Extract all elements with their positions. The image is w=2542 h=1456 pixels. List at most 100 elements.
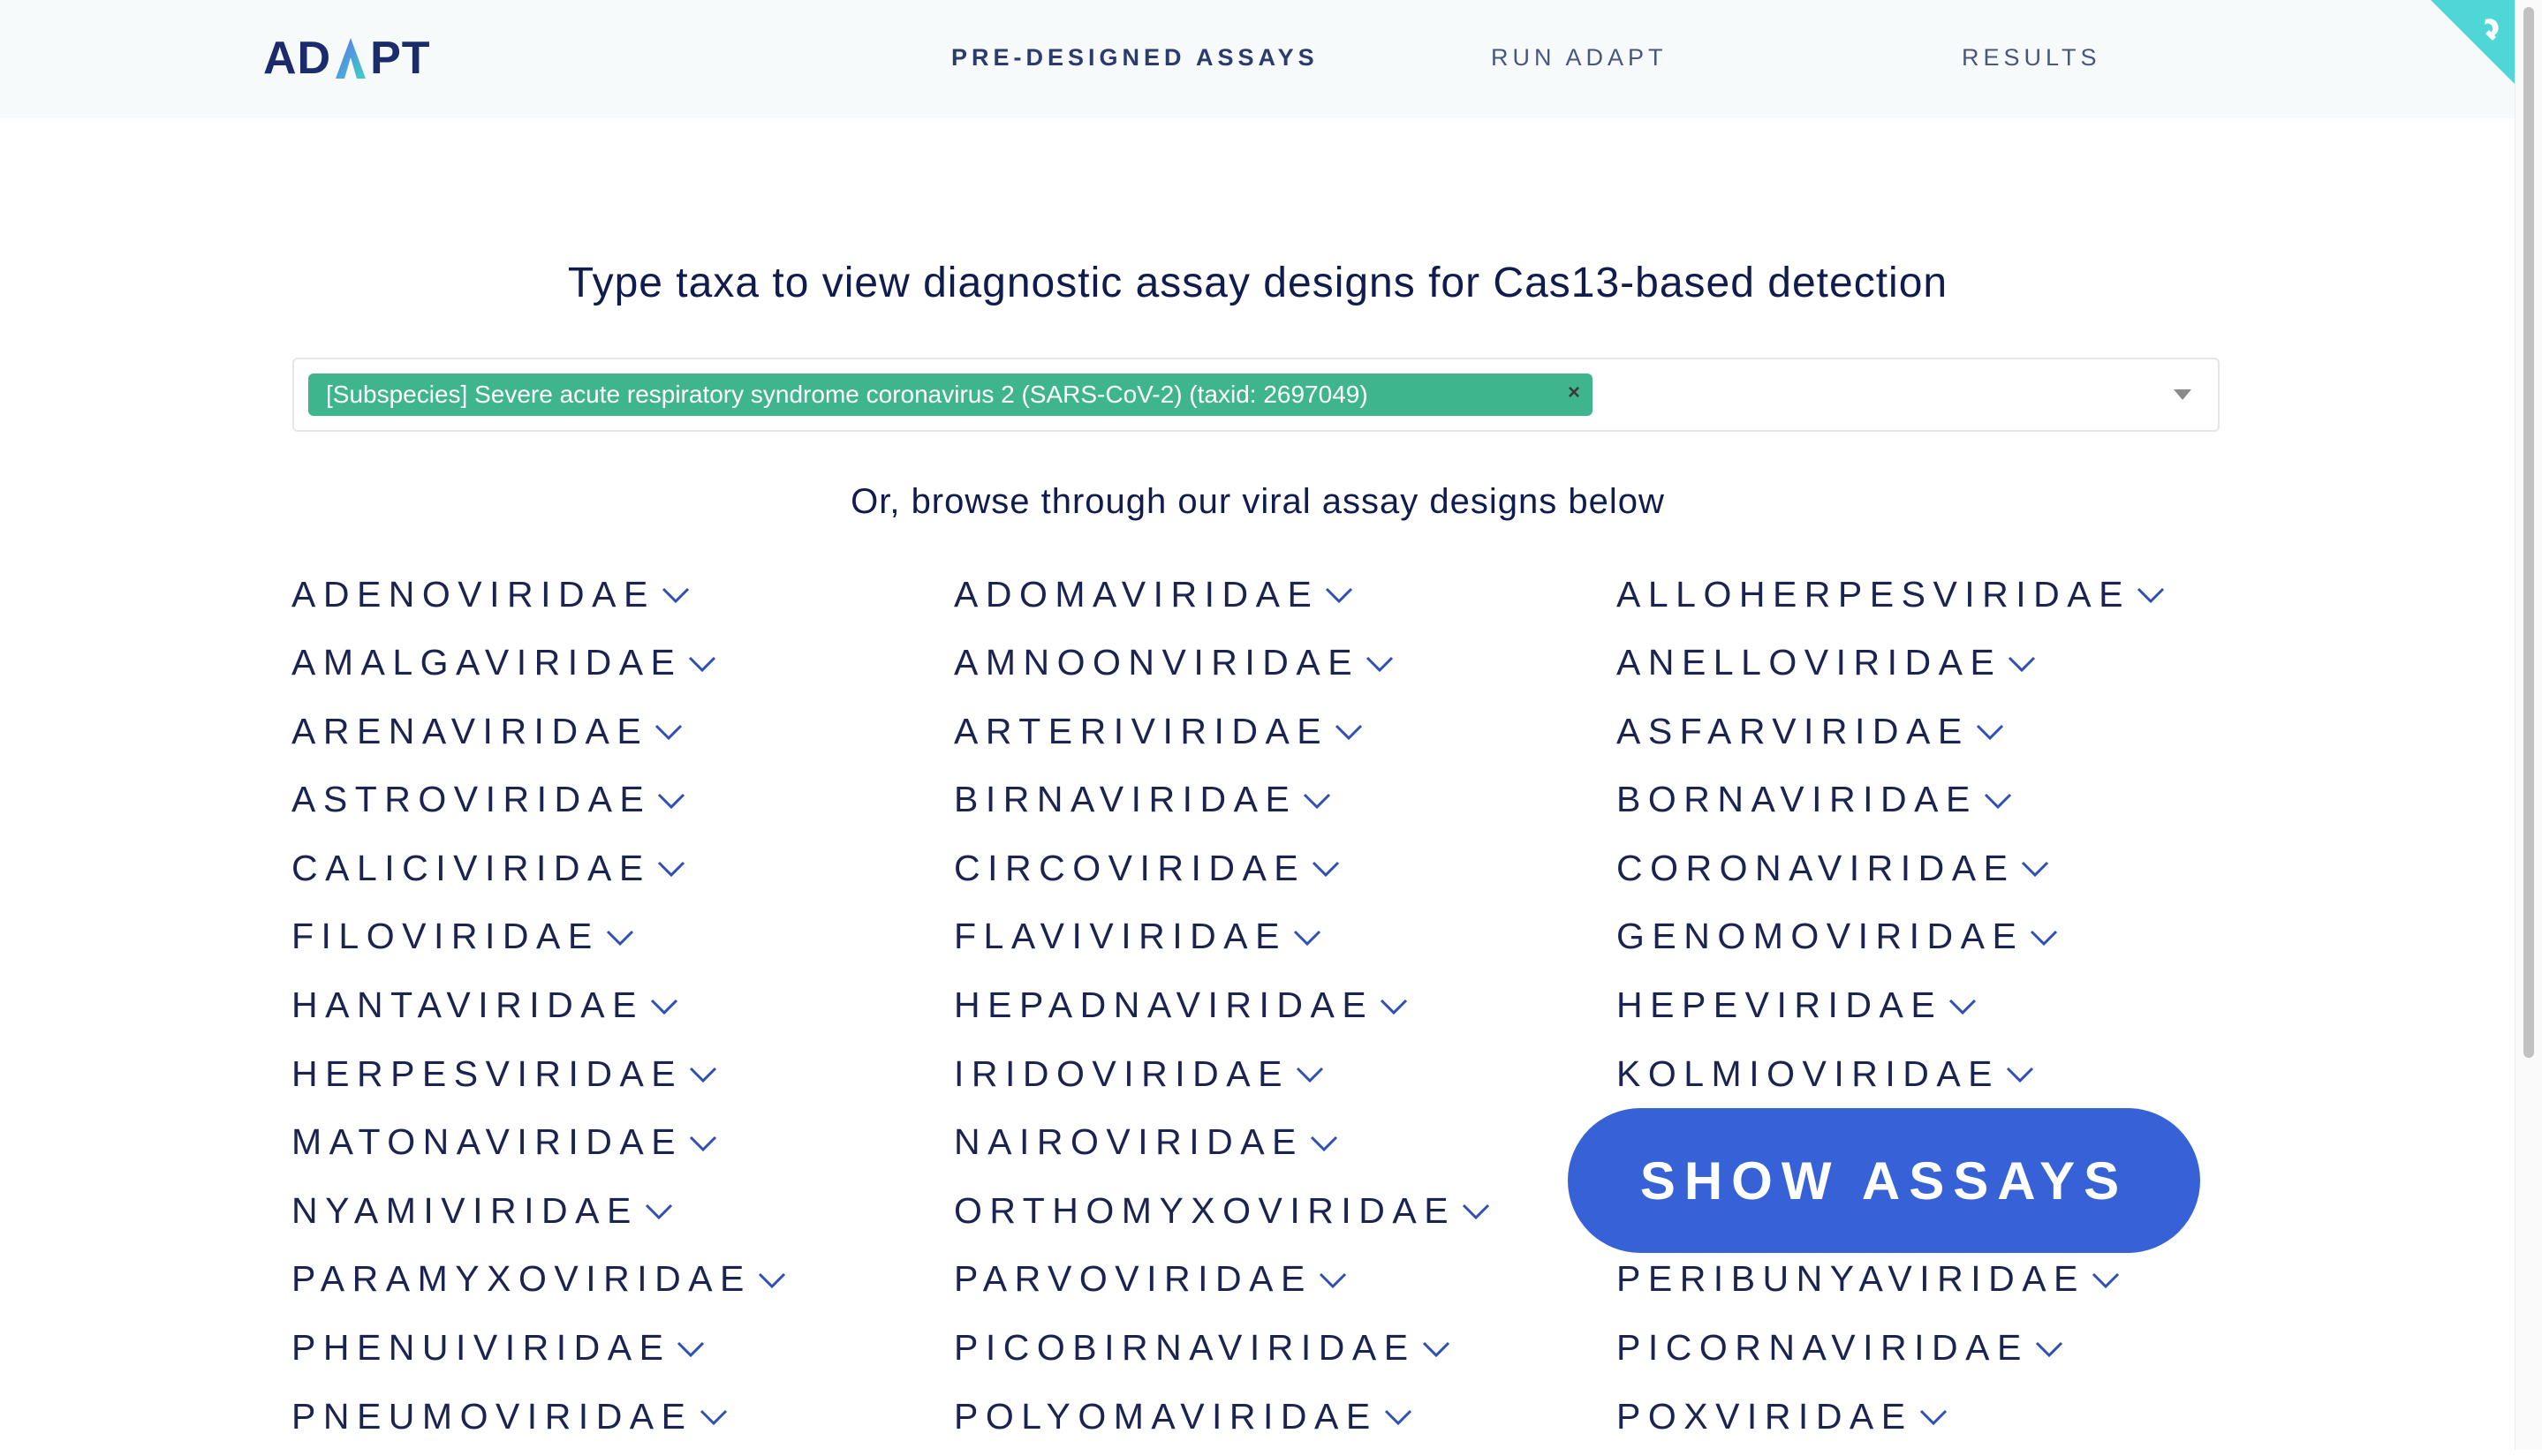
chevron-down-icon [645,1204,672,1220]
nav-pre-designed-assays[interactable]: PRE-DESIGNED ASSAYS [951,44,1319,72]
virus-family-item[interactable]: ALLOHERPESVIRIDAE [1616,565,2279,623]
virus-family-item[interactable]: BORNAVIRIDAE [1616,771,2279,829]
virus-family-item[interactable]: POLYOMAVIRIDAE [954,1387,1616,1445]
virus-family-label: ALLOHERPESVIRIDAE [1616,573,2130,615]
virus-family-label: HEPADNAVIRIDAE [954,984,1374,1026]
chevron-down-icon [657,862,685,878]
virus-family-item[interactable]: CIRCOVIRIDAE [954,839,1616,897]
virus-family-item[interactable]: NYAMIVIRIDAE [291,1181,954,1240]
chevron-down-icon [1381,999,1408,1015]
virus-family-item[interactable]: ADOMAVIRIDAE [954,565,1616,623]
virus-family-item[interactable]: ANELLOVIRIDAE [1616,634,2279,692]
virus-family-item[interactable]: AMNOONVIRIDAE [954,634,1616,692]
virus-family-item[interactable]: HEPEVIRIDAE [1616,977,2279,1035]
virus-family-item[interactable]: ASFARVIRIDAE [1616,702,2279,760]
chevron-down-icon [2009,656,2036,672]
virus-family-item[interactable]: PARAMYXOVIRIDAE [291,1250,954,1309]
virus-family-item[interactable]: BIRNAVIRIDAE [954,771,1616,829]
chevron-down-icon [689,656,716,672]
virus-family-item[interactable]: ARENAVIRIDAE [291,702,954,760]
virus-family-label: ANELLOVIRIDAE [1616,642,2002,683]
nav-run-adapt[interactable]: RUN ADAPT [1491,44,1668,72]
show-assays-button[interactable]: SHOW ASSAYS [1568,1108,2200,1253]
virus-family-label: BORNAVIRIDAE [1616,779,1978,820]
virus-family-label: CALICIVIRIDAE [291,847,651,888]
virus-family-item[interactable]: PERIBUNYAVIRIDAE [1616,1250,2279,1309]
virus-family-item[interactable]: HEPADNAVIRIDAE [954,977,1616,1035]
virus-family-item[interactable]: MATONAVIRIDAE [291,1113,954,1172]
virus-family-item[interactable]: POXVIRIDAE [1616,1387,2279,1445]
virus-family-item[interactable]: NAIROVIRIDAE [954,1113,1616,1172]
virus-family-item[interactable]: HERPESVIRIDAE [291,1045,954,1103]
virus-family-label: NAIROVIRIDAE [954,1121,1304,1163]
page-scrollbar[interactable] [2515,0,2542,1450]
chevron-down-icon [2092,1272,2119,1289]
virus-family-item[interactable]: CALICIVIRIDAE [291,839,954,897]
chevron-down-icon [655,725,683,741]
virus-family-label: ADOMAVIRIDAE [954,573,1320,615]
virus-family-label: ARENAVIRIDAE [291,710,649,751]
virus-family-item[interactable]: FLAVIVIRIDAE [954,908,1616,966]
chevron-down-icon [677,1341,705,1357]
taxa-search-select[interactable]: [Subspecies] Severe acute respiratory sy… [292,358,2220,432]
virus-family-label: NYAMIVIRIDAE [291,1189,639,1231]
chevron-down-icon [1976,725,2003,741]
chevron-down-icon [1422,1341,1449,1357]
browse-subheading: Or, browse through our viral assay desig… [851,482,1665,521]
virus-family-label: HEPEVIRIDAE [1616,984,1943,1026]
virus-family-grid: ADENOVIRIDAE ADOMAVIRIDAE ALLOHERPESVIRIDA… [291,565,2279,1456]
remove-tag-icon[interactable]: × [1568,381,1580,405]
virus-family-item[interactable]: ADENOVIRIDAE [291,565,954,623]
virus-family-item[interactable]: FILOVIRIDAE [291,908,954,966]
scrollbar-thumb[interactable] [2523,7,2534,1058]
virus-family-label: CORONAVIRIDAE [1616,847,2016,888]
virus-family-label: AMNOONVIRIDAE [954,642,1360,683]
nav-results[interactable]: RESULTS [1962,44,2101,72]
chevron-down-icon [690,1135,717,1151]
virus-family-item[interactable]: PICORNAVIRIDAE [1616,1319,2279,1377]
virus-family-label: CIRCOVIRIDAE [954,847,1306,888]
chevron-down-icon [2035,1341,2062,1357]
virus-family-label: PHENUIVIRIDAE [291,1327,671,1369]
virus-family-item[interactable]: ORTHOMYXOVIRIDAE [954,1181,1616,1240]
chevron-down-icon [1296,1067,1323,1083]
dropdown-arrow-icon[interactable] [2174,389,2191,400]
virus-family-label: HERPESVIRIDAE [291,1052,684,1094]
virus-family-item[interactable]: AMALGAVIRIDAE [291,634,954,692]
chevron-down-icon [1319,1272,1346,1289]
virus-family-label: GENOMOVIRIDAE [1616,916,2024,957]
chevron-down-icon [1366,656,1394,672]
chevron-down-icon [1335,725,1363,741]
page-headline: Type taxa to view diagnostic assay desig… [567,260,1948,306]
virus-family-item[interactable]: PHENUIVIRIDAE [291,1319,954,1377]
virus-family-item[interactable]: IRIDOVIRIDAE [954,1045,1616,1103]
virus-family-label: PNEUMOVIRIDAE [291,1395,693,1437]
chevron-down-icon [700,1410,727,1426]
virus-family-item[interactable]: GENOMOVIRIDAE [1616,908,2279,966]
virus-family-item[interactable]: CORONAVIRIDAE [1616,839,2279,897]
virus-family-item[interactable]: ARTERIVIRIDAE [954,702,1616,760]
virus-family-item[interactable]: KOLMIOVIRIDAE [1616,1045,2279,1103]
chevron-down-icon [662,587,689,604]
chevron-down-icon [1310,1135,1337,1151]
chevron-down-icon [2006,1067,2034,1083]
virus-family-label: BIRNAVIRIDAE [954,779,1297,820]
virus-family-item[interactable]: PICOBIRNAVIRIDAE [954,1319,1616,1377]
virus-family-item[interactable]: HANTAVIRIDAE [291,977,954,1035]
github-corner-icon[interactable] [2431,0,2516,85]
virus-family-label: HANTAVIRIDAE [291,984,644,1026]
virus-family-item[interactable]: ASTROVIRIDAE [291,771,954,829]
chevron-down-icon [1949,999,1977,1015]
virus-family-label: KOLMIOVIRIDAE [1616,1052,2001,1094]
virus-family-item[interactable]: PARVOVIRIDAE [954,1250,1616,1309]
adapt-logo[interactable]: AD PT [263,33,431,84]
logo-a-mark-icon [336,38,367,79]
logo-text-left: AD [263,33,332,84]
chevron-down-icon [1293,930,1320,947]
virus-family-label: PICORNAVIRIDAE [1616,1327,2029,1369]
virus-family-label: ADENOVIRIDAE [291,573,655,615]
virus-family-label: PARAMYXOVIRIDAE [291,1258,752,1300]
virus-family-item[interactable]: PNEUMOVIRIDAE [291,1387,954,1445]
chevron-down-icon [1326,587,1353,604]
logo-text-right: PT [370,33,431,84]
